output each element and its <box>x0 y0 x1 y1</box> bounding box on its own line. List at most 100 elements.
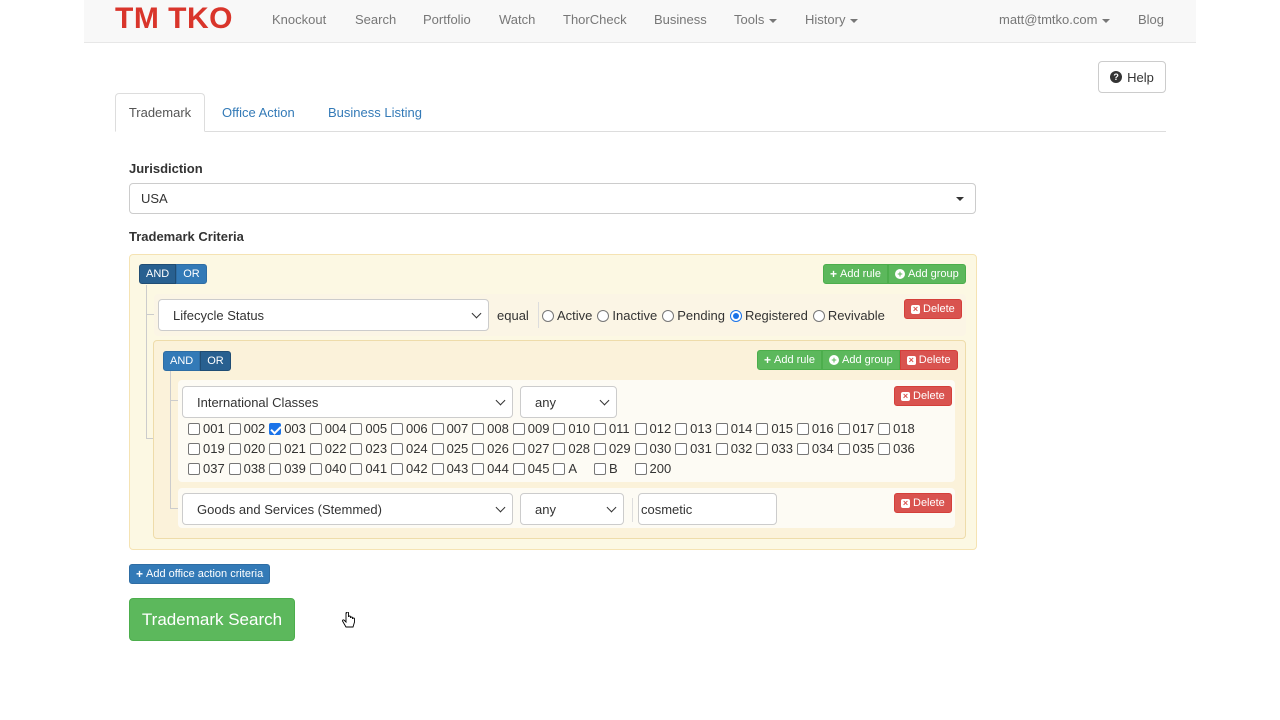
class-checkbox-item[interactable]: 014 <box>715 421 757 436</box>
checkbox[interactable] <box>390 442 403 455</box>
checkbox[interactable] <box>634 442 647 455</box>
class-checkbox-item[interactable]: 020 <box>228 441 270 456</box>
checkbox[interactable] <box>269 442 282 455</box>
class-checkbox-item[interactable]: 034 <box>796 441 838 456</box>
class-checkbox-item[interactable]: 035 <box>837 441 879 456</box>
delete-rule-button[interactable]: × Delete <box>904 299 962 319</box>
radio-pending[interactable]: Pending <box>662 308 725 323</box>
rule-field-select[interactable]: Lifecycle Status <box>158 299 489 331</box>
checkbox[interactable] <box>431 442 444 455</box>
checkbox[interactable] <box>634 422 647 435</box>
goods-services-input[interactable]: cosmetic <box>638 493 777 525</box>
checkbox[interactable] <box>512 422 525 435</box>
radio-button[interactable] <box>812 309 825 322</box>
delete-group-button[interactable]: × Delete <box>899 350 958 370</box>
checkbox[interactable] <box>796 422 809 435</box>
checkbox[interactable] <box>309 442 322 455</box>
radio-registered[interactable]: Registered <box>729 308 808 323</box>
class-checkbox-item[interactable]: 042 <box>390 461 432 476</box>
nav-tools-dropdown[interactable]: Tools <box>734 12 778 27</box>
class-checkbox-item[interactable]: 032 <box>715 441 757 456</box>
class-checkbox-item[interactable]: 040 <box>309 461 351 476</box>
class-checkbox-item[interactable]: 041 <box>350 461 391 476</box>
class-checkbox-item[interactable]: 039 <box>269 461 310 476</box>
add-group-button[interactable]: + Add group <box>822 350 900 370</box>
checkbox[interactable] <box>796 442 809 455</box>
add-office-action-button[interactable]: + Add office action criteria <box>129 564 271 584</box>
checkbox[interactable] <box>472 442 485 455</box>
checkbox[interactable] <box>756 422 769 435</box>
nav-search[interactable]: Search <box>355 12 396 27</box>
class-checkbox-item[interactable]: 005 <box>350 421 391 436</box>
class-checkbox-item[interactable]: 018 <box>878 421 919 436</box>
radio-inactive[interactable]: Inactive <box>597 308 657 323</box>
checkbox[interactable] <box>390 422 403 435</box>
tab-trademark[interactable]: Trademark <box>115 93 205 132</box>
class-checkbox-item[interactable]: 028 <box>553 441 594 456</box>
radio-revivable[interactable]: Revivable <box>812 308 885 323</box>
class-checkbox-item[interactable]: 015 <box>756 421 797 436</box>
add-group-button[interactable]: + Add group <box>888 264 966 284</box>
class-checkbox-item[interactable]: B <box>593 461 635 476</box>
class-checkbox-item[interactable]: 025 <box>431 441 473 456</box>
checkbox[interactable] <box>228 422 241 435</box>
checkbox[interactable] <box>837 422 850 435</box>
rule-field-select[interactable]: Goods and Services (Stemmed) <box>182 493 513 525</box>
checkbox[interactable] <box>350 462 363 475</box>
class-checkbox-item[interactable]: 023 <box>350 441 391 456</box>
class-checkbox-item[interactable]: 004 <box>309 421 351 436</box>
class-checkbox-item[interactable]: 012 <box>634 421 676 436</box>
class-checkbox-item[interactable]: 030 <box>634 441 676 456</box>
checkbox[interactable] <box>593 442 606 455</box>
checkbox[interactable] <box>878 422 891 435</box>
class-checkbox-item[interactable]: 007 <box>431 421 473 436</box>
class-checkbox-item[interactable]: 013 <box>675 421 716 436</box>
checkbox[interactable] <box>188 442 200 455</box>
checkbox[interactable] <box>675 422 688 435</box>
radio-button[interactable] <box>597 309 610 322</box>
checkbox[interactable] <box>756 442 769 455</box>
class-checkbox-item[interactable]: 017 <box>837 421 879 436</box>
checkbox[interactable] <box>472 462 485 475</box>
checkbox[interactable] <box>512 462 525 475</box>
nav-thorcheck[interactable]: ThorCheck <box>563 12 627 27</box>
checkbox[interactable] <box>431 462 444 475</box>
and-button[interactable]: AND <box>163 351 201 371</box>
rule-field-select[interactable]: International Classes <box>182 386 513 418</box>
radio-button[interactable] <box>662 309 675 322</box>
trademark-search-button[interactable]: Trademark Search <box>129 598 295 641</box>
checkbox[interactable] <box>675 442 688 455</box>
radio-active[interactable]: Active <box>542 308 592 323</box>
checkbox[interactable] <box>350 442 363 455</box>
checkbox[interactable] <box>390 462 403 475</box>
class-checkbox-item[interactable]: 029 <box>593 441 635 456</box>
or-button[interactable]: OR <box>176 264 207 284</box>
checkbox[interactable] <box>553 442 566 455</box>
class-checkbox-item[interactable]: 024 <box>390 441 432 456</box>
nav-watch[interactable]: Watch <box>499 12 535 27</box>
class-checkbox-item[interactable]: 019 <box>188 441 229 456</box>
tab-business-listing[interactable]: Business Listing <box>314 93 436 132</box>
class-checkbox-item[interactable]: 031 <box>675 441 716 456</box>
brand-logo[interactable]: TM TKO <box>115 2 233 36</box>
radio-button[interactable] <box>542 309 554 322</box>
or-button[interactable]: OR <box>200 351 231 371</box>
nav-portfolio[interactable]: Portfolio <box>423 12 471 27</box>
checkbox[interactable] <box>553 422 566 435</box>
class-checkbox-item[interactable]: 033 <box>756 441 797 456</box>
checkbox[interactable] <box>878 442 891 455</box>
rule-operator-select[interactable]: any <box>520 493 624 525</box>
class-checkbox-item[interactable]: 001 <box>188 421 229 436</box>
class-checkbox-item[interactable]: 026 <box>472 441 513 456</box>
checkbox[interactable] <box>431 422 444 435</box>
help-button[interactable]: ? Help <box>1098 61 1166 93</box>
class-checkbox-item[interactable]: 043 <box>431 461 473 476</box>
checkbox[interactable] <box>593 462 606 475</box>
class-checkbox-item[interactable]: 011 <box>593 421 635 436</box>
checkbox[interactable] <box>309 462 322 475</box>
checkbox[interactable] <box>512 442 525 455</box>
class-checkbox-item[interactable]: 038 <box>228 461 270 476</box>
checkbox[interactable] <box>837 442 850 455</box>
checkbox[interactable] <box>634 462 647 475</box>
class-checkbox-item[interactable]: 006 <box>390 421 432 436</box>
